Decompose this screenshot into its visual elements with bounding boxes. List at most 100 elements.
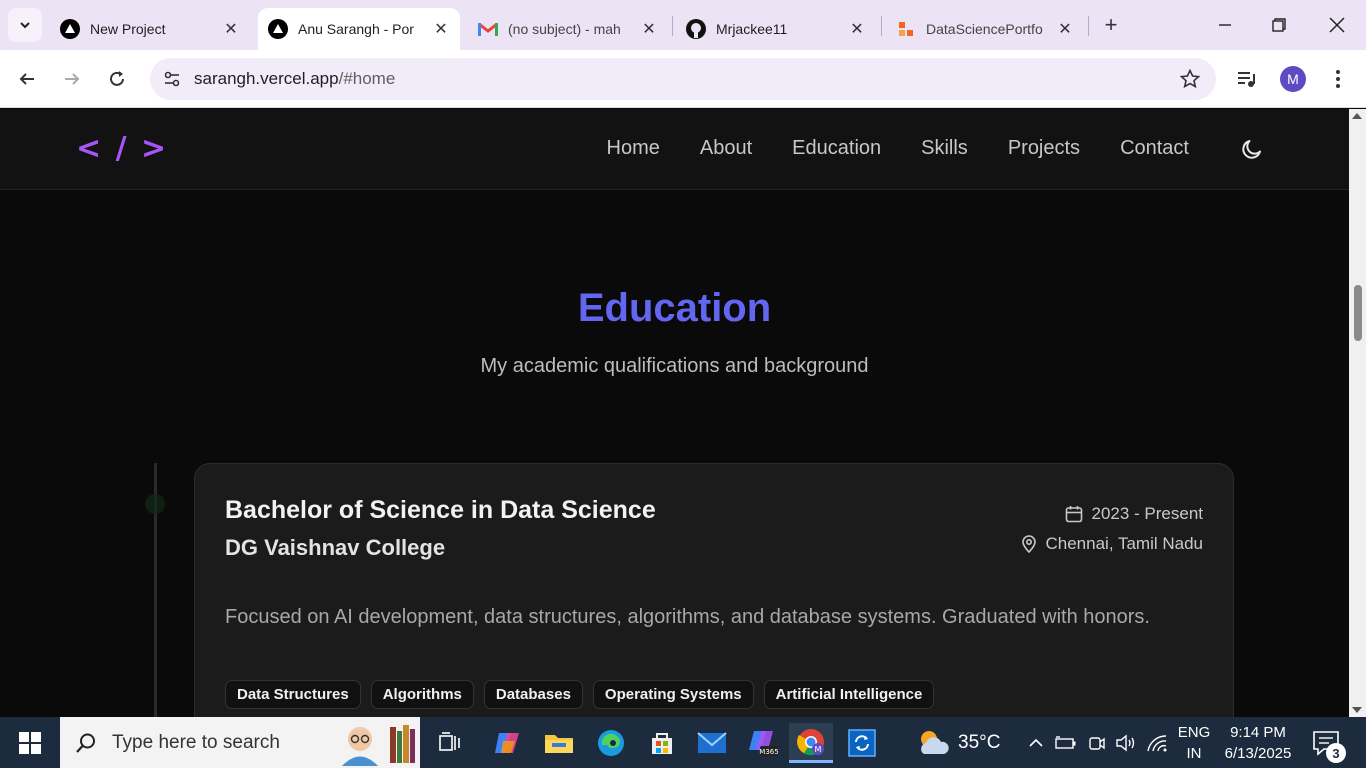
url-text: sarangh.vercel.app/#home xyxy=(194,69,395,89)
url-path: /#home xyxy=(338,69,396,88)
tray-overflow-button[interactable] xyxy=(1024,731,1048,755)
media-queue-icon xyxy=(1238,72,1255,87)
skill-tag: Data Structures xyxy=(225,680,361,709)
nav-link-education[interactable]: Education xyxy=(792,137,881,160)
scroll-down-arrow-icon[interactable] xyxy=(1352,707,1362,713)
windows-taskbar: Type here to search M365 M 35°C ENG IN 9… xyxy=(0,717,1366,768)
nav-link-about[interactable]: About xyxy=(700,137,752,160)
scrollbar-thumb[interactable] xyxy=(1354,285,1362,341)
partly-cloudy-icon xyxy=(921,731,949,754)
close-icon[interactable]: ✕ xyxy=(222,20,240,38)
taskbar-app-file-explorer[interactable] xyxy=(537,723,581,763)
search-icon xyxy=(60,732,112,754)
meet-now-tray-button[interactable] xyxy=(1085,731,1109,755)
forward-button[interactable] xyxy=(55,62,89,96)
browser-tab[interactable]: DataSciencePortfo ✕ xyxy=(886,8,1084,50)
skill-tag: Artificial Intelligence xyxy=(763,680,935,709)
volume-tray-button[interactable] xyxy=(1114,731,1138,755)
vercel-icon xyxy=(60,19,80,39)
minimize-button[interactable] xyxy=(1202,8,1248,42)
minimize-icon xyxy=(1219,24,1231,26)
notification-count-badge: 3 xyxy=(1326,743,1346,763)
close-icon[interactable]: ✕ xyxy=(432,20,450,38)
tag-list: Data Structures Algorithms Databases Ope… xyxy=(225,680,935,709)
taskbar-app-edge[interactable] xyxy=(589,723,633,763)
tab-separator xyxy=(881,16,882,36)
site-header: < / > Home About Education Skills Projec… xyxy=(0,109,1349,190)
weather-temp: 35°C xyxy=(958,732,1001,753)
battery-icon xyxy=(1055,736,1076,749)
taskbar-app-sync[interactable] xyxy=(840,723,884,763)
clock-time: 9:14 PM xyxy=(1230,724,1286,741)
battery-tray-button[interactable] xyxy=(1054,731,1078,755)
reload-icon xyxy=(110,71,124,86)
profile-avatar[interactable]: M xyxy=(1280,66,1306,92)
meet-now-icon xyxy=(1089,737,1105,750)
clock-date: 6/13/2025 xyxy=(1224,745,1292,762)
close-window-button[interactable] xyxy=(1314,8,1360,42)
browser-tab-bar: New Project ✕ Anu Sarangh - Por ✕ (no su… xyxy=(0,0,1366,50)
kebab-menu-icon xyxy=(1336,70,1340,88)
address-bar[interactable]: sarangh.vercel.app/#home xyxy=(150,58,1216,100)
m365-icon: M365 xyxy=(749,731,778,756)
tab-title: Anu Sarangh - Por xyxy=(298,21,414,37)
folder-icon xyxy=(545,735,573,753)
weather-widget[interactable]: 35°C xyxy=(916,725,1000,761)
browser-menu-button[interactable] xyxy=(1321,62,1355,96)
app-icon xyxy=(896,19,916,39)
media-control-button[interactable] xyxy=(1230,62,1264,96)
windows-logo-icon xyxy=(19,732,41,754)
language-indicator[interactable]: ENG IN xyxy=(1174,722,1214,764)
tab-search-button[interactable] xyxy=(8,8,42,42)
taskbar-app-m365[interactable]: M365 xyxy=(740,723,784,763)
bookmark-star-icon[interactable] xyxy=(1180,69,1200,89)
browser-tab-active[interactable]: Anu Sarangh - Por ✕ xyxy=(258,8,460,50)
start-button[interactable] xyxy=(8,725,52,761)
taskbar-app-copilot[interactable] xyxy=(486,723,530,763)
education-description: Focused on AI development, data structur… xyxy=(225,606,1150,628)
wifi-tray-button[interactable] xyxy=(1145,731,1169,755)
nav-link-skills[interactable]: Skills xyxy=(921,137,968,160)
page-scrollbar[interactable] xyxy=(1349,109,1366,717)
task-view-icon xyxy=(439,732,460,751)
calendar-icon xyxy=(1066,506,1083,523)
copilot-icon xyxy=(495,733,519,753)
mail-icon xyxy=(697,732,727,753)
timeline-dot xyxy=(145,494,165,514)
location-meta: Chennai, Tamil Nadu xyxy=(1020,534,1203,554)
scroll-up-arrow-icon[interactable] xyxy=(1352,113,1362,119)
nav-link-projects[interactable]: Projects xyxy=(1008,137,1080,160)
vercel-icon xyxy=(268,19,288,39)
browser-tab[interactable]: (no subject) - mah ✕ xyxy=(468,8,668,50)
site-logo[interactable]: < / > xyxy=(76,131,168,166)
system-clock[interactable]: 9:14 PM 6/13/2025 xyxy=(1218,722,1298,764)
section-subtitle: My academic qualifications and backgroun… xyxy=(480,355,869,377)
moon-icon[interactable] xyxy=(1240,137,1264,161)
close-icon[interactable]: ✕ xyxy=(640,20,658,38)
tab-title: New Project xyxy=(90,21,166,37)
taskbar-search-box[interactable]: Type here to search xyxy=(60,717,420,768)
edge-icon xyxy=(598,730,624,756)
browser-tab[interactable]: Mrjackee11 ✕ xyxy=(676,8,876,50)
task-view-button[interactable] xyxy=(428,723,472,763)
back-button[interactable] xyxy=(10,62,44,96)
skill-tag: Operating Systems xyxy=(592,680,754,709)
chrome-icon: M xyxy=(797,728,824,755)
section-title: Education xyxy=(577,286,772,330)
restore-button[interactable] xyxy=(1256,8,1302,42)
browser-tab[interactable]: New Project ✕ xyxy=(50,8,250,50)
nav-link-contact[interactable]: Contact xyxy=(1120,137,1189,160)
github-icon xyxy=(686,19,706,39)
tab-separator xyxy=(672,16,673,36)
skill-tag: Databases xyxy=(483,680,583,709)
taskbar-app-chrome[interactable]: M xyxy=(789,723,833,763)
taskbar-app-store[interactable] xyxy=(640,723,684,763)
site-info-icon[interactable] xyxy=(150,58,194,100)
taskbar-app-mail[interactable] xyxy=(690,723,734,763)
nav-link-home[interactable]: Home xyxy=(607,137,660,160)
reload-button[interactable] xyxy=(100,62,134,96)
new-tab-button[interactable]: + xyxy=(1098,12,1124,38)
close-icon[interactable]: ✕ xyxy=(1056,20,1074,38)
close-icon[interactable]: ✕ xyxy=(848,20,866,38)
institution-name: DG Vaishnav College xyxy=(225,535,446,560)
